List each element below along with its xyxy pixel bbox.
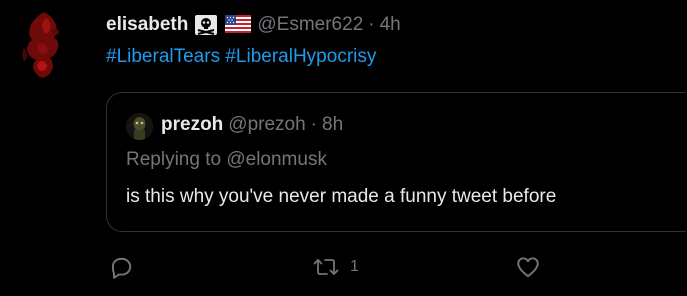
- display-name[interactable]: elisabeth: [106, 14, 188, 36]
- hashtag-link[interactable]: #LiberalTears: [106, 46, 220, 67]
- us-flag-icon: [225, 15, 252, 35]
- replying-prefix: Replying to: [126, 149, 227, 170]
- handle[interactable]: @Esmer622: [257, 14, 363, 36]
- quoted-header: prezoh @prezoh · 8h: [161, 114, 343, 136]
- skull-crossbones-icon: [195, 15, 221, 35]
- separator-dot: ·: [368, 14, 375, 35]
- quoted-handle[interactable]: @prezoh: [228, 114, 305, 136]
- quoted-tweet[interactable]: prezoh @prezoh · 8h Replying to @elonmus…: [106, 92, 686, 232]
- heart-icon: [515, 254, 541, 280]
- retweet-count: 1: [350, 258, 359, 275]
- replying-to: Replying to @elonmusk: [126, 149, 327, 171]
- separator-dot: ·: [310, 114, 317, 135]
- quoted-text: is this why you've never made a funny tw…: [126, 186, 557, 207]
- quoted-timestamp[interactable]: 8h: [322, 114, 343, 136]
- retweet-button[interactable]: 1: [312, 252, 359, 282]
- reply-icon: [108, 254, 134, 280]
- avatar[interactable]: [16, 8, 72, 84]
- tweet-header: elisabeth @Esmer622 · 4h: [106, 12, 401, 38]
- action-bar: 1: [0, 252, 687, 282]
- quoted-display-name[interactable]: prezoh: [161, 114, 223, 136]
- mention-link[interactable]: @elonmusk: [226, 149, 327, 170]
- like-button[interactable]: [515, 252, 541, 282]
- badges: [195, 15, 252, 35]
- quoted-avatar-image: [126, 113, 153, 140]
- quoted-avatar[interactable]: [126, 113, 153, 140]
- tweet[interactable]: elisabeth @Esmer622 · 4h #LiberalTears #…: [0, 0, 687, 296]
- avatar-image: [16, 8, 72, 84]
- timestamp[interactable]: 4h: [380, 14, 401, 36]
- retweet-icon: [312, 254, 340, 280]
- hashtag-link[interactable]: #LiberalHypocrisy: [225, 46, 376, 67]
- reply-button[interactable]: [108, 252, 134, 282]
- tweet-text: #LiberalTears #LiberalHypocrisy: [106, 46, 376, 68]
